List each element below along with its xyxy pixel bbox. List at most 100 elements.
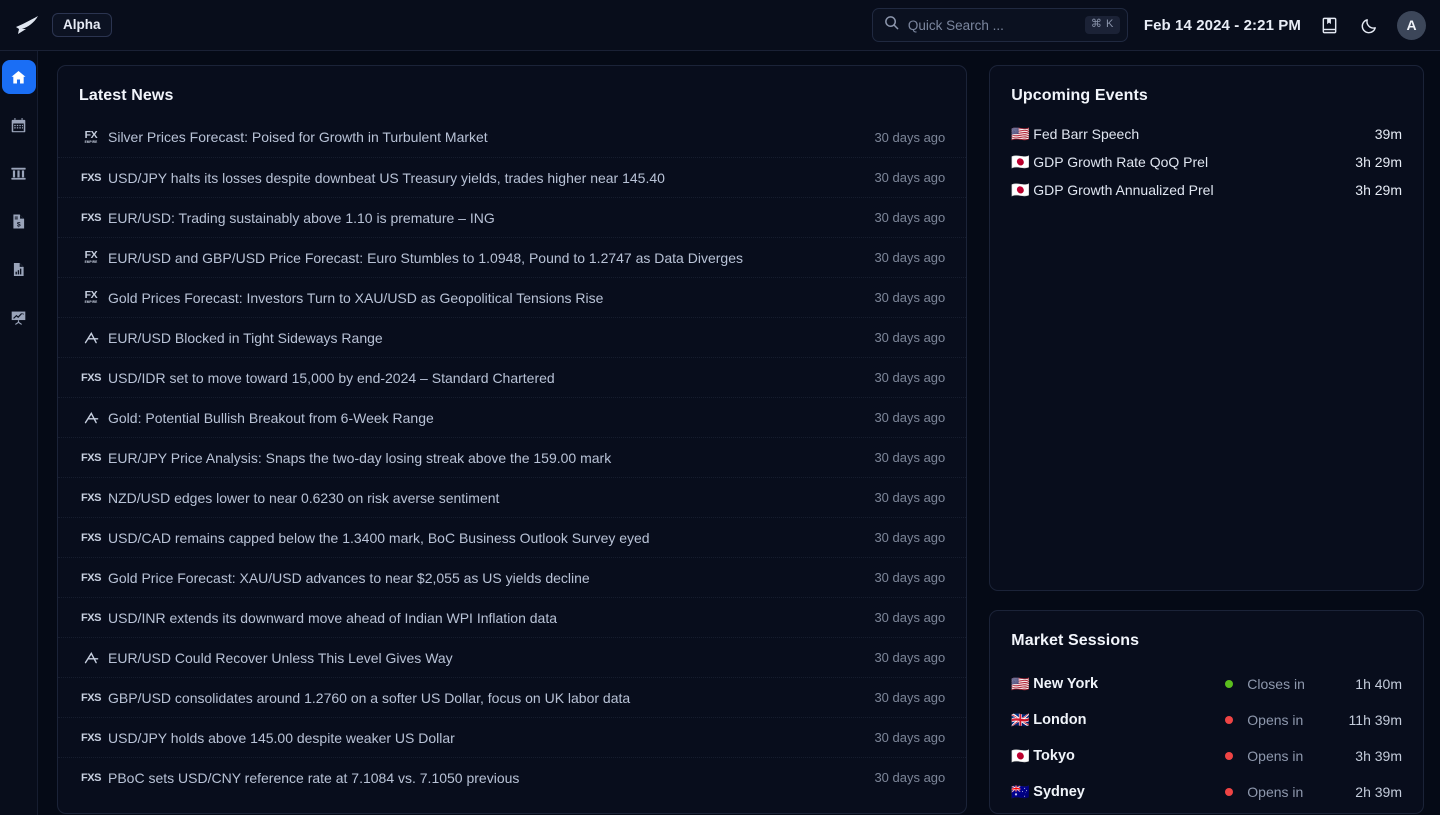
news-time: 30 days ago (874, 330, 946, 345)
session-state: Closes in (1247, 676, 1305, 692)
news-title[interactable]: EUR/USD Blocked in Tight Sideways Range (108, 330, 858, 346)
session-city: Sydney (1033, 784, 1085, 800)
sidebar-item-earnings[interactable]: $ (2, 204, 36, 238)
actionforex-logo-icon (84, 411, 99, 424)
news-row[interactable]: FX EMPIRE Gold Prices Forecast: Investors … (58, 277, 967, 317)
news-title[interactable]: EUR/USD and GBP/USD Price Forecast: Euro… (108, 250, 858, 266)
search-shortcut-badge: ⌘ K (1084, 16, 1120, 34)
news-row[interactable]: FXS GBP/USD consolidates around 1.2760 on… (58, 677, 967, 717)
news-title[interactable]: USD/CAD remains capped below the 1.3400 … (108, 530, 858, 546)
news-title[interactable]: USD/JPY holds above 145.00 despite weake… (108, 730, 858, 746)
session-row[interactable]: 🇦🇺 Sydney Opens in 2h 39m (1011, 774, 1402, 810)
sidebar-item-reports[interactable] (2, 252, 36, 286)
event-row[interactable]: 🇯🇵 GDP Growth Rate QoQ Prel 3h 29m (1011, 148, 1402, 176)
session-row[interactable]: 🇬🇧 London Opens in 11h 39m (1011, 702, 1402, 738)
news-title[interactable]: NZD/USD edges lower to near 0.6230 on ri… (108, 490, 858, 506)
session-countdown: 3h 39m (1355, 748, 1402, 764)
brand: Alpha (0, 12, 112, 38)
sidebar-item-home[interactable] (1, 60, 36, 94)
news-title[interactable]: Silver Prices Forecast: Poised for Growt… (108, 129, 858, 145)
news-row[interactable]: FXS NZD/USD edges lower to near 0.6230 on… (58, 477, 967, 517)
right-column: Upcoming Events 🇺🇸 Fed Barr Speech 39m 🇯🇵 GD… (989, 65, 1424, 815)
moon-icon[interactable] (1357, 13, 1381, 37)
news-row[interactable]: FXS EUR/USD: Trading sustainably above 1.… (58, 197, 967, 237)
calendar-icon (10, 117, 27, 134)
news-row[interactable]: EUR/USD Could Recover Unless This Level … (58, 637, 967, 677)
presentation-chart-icon (10, 309, 27, 326)
news-row[interactable]: EUR/USD Blocked in Tight Sideways Range 3… (58, 317, 967, 357)
country-flag-icon: 🇬🇧 (1011, 710, 1030, 729)
market-sessions-title: Market Sessions (1011, 632, 1140, 649)
news-title[interactable]: Gold Price Forecast: XAU/USD advances to… (108, 570, 858, 586)
news-row[interactable]: FXS USD/JPY holds above 145.00 despite we… (58, 717, 967, 757)
news-title[interactable]: EUR/USD Could Recover Unless This Level … (108, 650, 858, 666)
fxempire-logo-icon: FX EMPIRE (84, 249, 98, 265)
search-input[interactable]: Quick Search ... ⌘ K (871, 8, 1128, 42)
news-row[interactable]: FXS Gold Price Forecast: XAU/USD advances… (58, 557, 967, 597)
event-countdown: 39m (1374, 126, 1402, 142)
news-row[interactable]: FXS USD/CAD remains capped below the 1.34… (58, 517, 967, 557)
news-title[interactable]: USD/JPY halts its losses despite downbea… (108, 170, 858, 186)
news-source-logo (74, 411, 108, 424)
bird-logo-icon[interactable] (14, 14, 40, 36)
sidebar-item-analysis[interactable] (2, 300, 36, 334)
news-time: 30 days ago (874, 610, 946, 625)
news-source-logo: FXS (74, 612, 108, 624)
news-source-logo: FXS (74, 772, 108, 784)
country-flag-icon: 🇺🇸 (1011, 674, 1030, 693)
sidebar-item-calendar[interactable] (2, 108, 36, 142)
news-source-logo: FXS (74, 532, 108, 544)
actionforex-logo-icon (84, 331, 99, 344)
left-column: Latest News FX EMPIRE Silver Prices Foreca… (57, 65, 968, 815)
news-list: FX EMPIRE Silver Prices Forecast: Poised f… (58, 117, 967, 797)
news-title[interactable]: PBoC sets USD/CNY reference rate at 7.10… (108, 770, 858, 786)
fxempire-logo-icon: FX EMPIRE (84, 289, 98, 305)
session-state: Opens in (1247, 748, 1304, 764)
session-row[interactable]: 🇺🇸 New York Closes in 1h 40m (1011, 666, 1402, 702)
fxstreet-logo-icon: FXS (81, 531, 101, 544)
news-row[interactable]: FX EMPIRE Silver Prices Forecast: Poised f… (58, 117, 966, 157)
top-bar: Alpha Quick Search ... ⌘ K Feb 14 2024 -… (0, 0, 1440, 51)
news-title[interactable]: Gold Prices Forecast: Investors Turn to … (108, 290, 858, 306)
news-time: 30 days ago (874, 170, 946, 185)
news-row[interactable]: FXS USD/IDR set to move toward 15,000 by … (58, 357, 967, 397)
news-source-logo: FXS (74, 572, 108, 584)
home-icon (10, 69, 27, 86)
top-bar-actions: Quick Search ... ⌘ K Feb 14 2024 - 2:21 … (871, 8, 1440, 42)
news-source-logo: FXS (74, 212, 108, 224)
event-row[interactable]: 🇯🇵 GDP Growth Annualized Prel 3h 29m (1011, 176, 1402, 204)
main-content: Latest News FX EMPIRE Silver Prices Foreca… (38, 51, 1440, 815)
bookmark-book-icon[interactable] (1317, 13, 1341, 37)
news-row[interactable]: FXS EUR/JPY Price Analysis: Snaps the two… (58, 437, 967, 477)
news-time: 30 days ago (874, 450, 946, 465)
news-title[interactable]: EUR/JPY Price Analysis: Snaps the two-da… (108, 450, 858, 466)
news-title[interactable]: EUR/USD: Trading sustainably above 1.10 … (108, 210, 858, 226)
session-state: Opens in (1247, 784, 1304, 800)
news-row[interactable]: FXS USD/JPY halts its losses despite down… (58, 157, 967, 197)
upcoming-events-card: Upcoming Events 🇺🇸 Fed Barr Speech 39m 🇯🇵 GD… (989, 65, 1424, 591)
fxstreet-logo-icon: FXS (81, 371, 101, 384)
news-source-logo: FX EMPIRE (74, 130, 108, 144)
news-title[interactable]: GBP/USD consolidates around 1.2760 on a … (108, 690, 858, 706)
news-time: 30 days ago (874, 770, 946, 785)
news-row[interactable]: FX EMPIRE EUR/USD and GBP/USD Price Foreca… (58, 237, 967, 277)
news-title[interactable]: Gold: Potential Bullish Breakout from 6-… (108, 410, 858, 426)
events-list: 🇺🇸 Fed Barr Speech 39m 🇯🇵 GDP Growth Rate Qo… (990, 120, 1423, 204)
news-title[interactable]: USD/INR extends its downward move ahead … (108, 610, 858, 626)
alpha-badge[interactable]: Alpha (52, 12, 112, 38)
news-row[interactable]: FXS USD/INR extends its downward move ahe… (58, 597, 967, 637)
fxempire-logo-icon: FX EMPIRE (84, 128, 98, 144)
fxstreet-logo-icon: FXS (81, 731, 101, 744)
news-source-logo: FXS (74, 452, 108, 464)
news-row[interactable]: Gold: Potential Bullish Breakout from 6-… (58, 397, 967, 437)
news-title[interactable]: USD/IDR set to move toward 15,000 by end… (108, 370, 858, 386)
svg-text:$: $ (17, 221, 21, 228)
fxstreet-logo-icon: FXS (81, 611, 101, 624)
avatar[interactable]: A (1397, 10, 1426, 40)
news-row[interactable]: FXS PBoC sets USD/CNY reference rate at 7… (58, 757, 967, 797)
session-row[interactable]: 🇯🇵 Tokyo Opens in 3h 39m (1011, 738, 1402, 774)
sidebar-item-markets[interactable] (2, 156, 36, 190)
news-source-logo (74, 331, 108, 344)
event-row[interactable]: 🇺🇸 Fed Barr Speech 39m (1011, 120, 1402, 148)
fxstreet-logo-icon: FXS (81, 451, 101, 464)
